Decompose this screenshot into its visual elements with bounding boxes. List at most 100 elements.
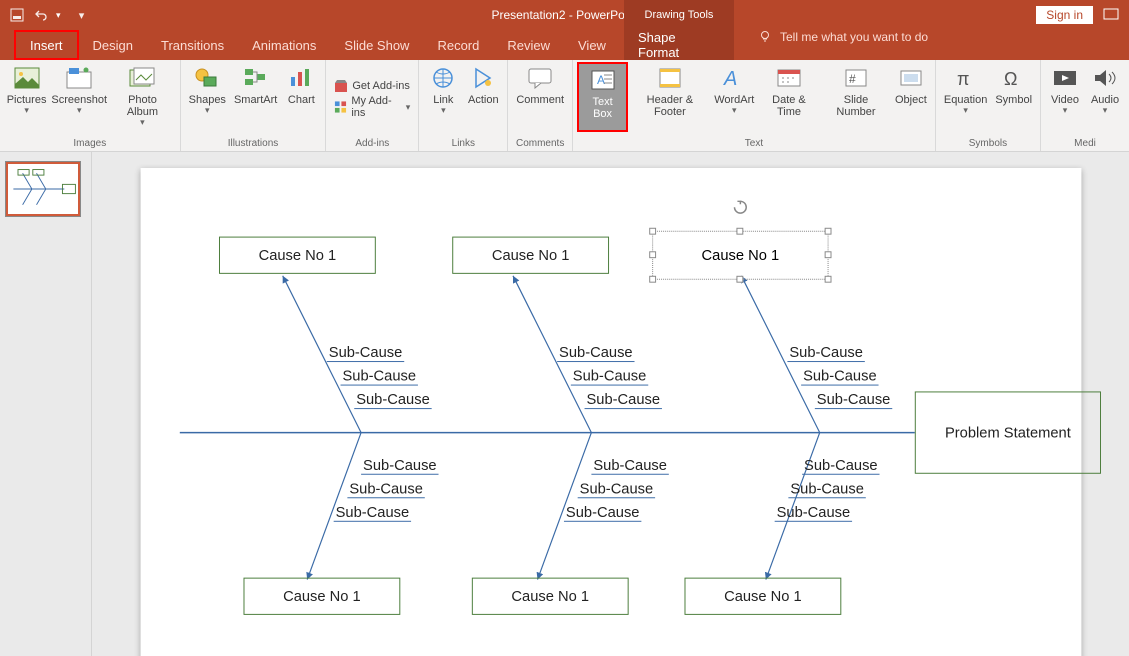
get-addins-button[interactable]: Get Add-ins xyxy=(334,79,410,93)
undo-icon[interactable] xyxy=(32,6,50,24)
tell-me-search[interactable]: Tell me what you want to do xyxy=(758,30,928,44)
subcause[interactable]: Sub-Cause xyxy=(814,391,891,409)
chart-button[interactable]: Chart xyxy=(281,62,321,132)
store-icon xyxy=(334,79,348,93)
subcause[interactable]: Sub-Cause xyxy=(570,368,647,386)
shapes-icon xyxy=(193,64,221,92)
audio-icon xyxy=(1091,64,1119,92)
subcause[interactable]: Sub-Cause xyxy=(591,457,668,475)
qat-more-icon[interactable]: ▾ xyxy=(56,10,61,21)
tab-slideshow[interactable]: Slide Show xyxy=(330,30,423,60)
group-text-label: Text xyxy=(577,138,931,151)
tab-transitions[interactable]: Transitions xyxy=(147,30,238,60)
group-comments-label: Comments xyxy=(512,138,568,151)
subcause[interactable]: Sub-Cause xyxy=(333,504,410,522)
subcause[interactable]: Sub-Cause xyxy=(584,391,661,409)
object-icon xyxy=(897,64,925,92)
subcause[interactable]: Sub-Cause xyxy=(557,344,634,362)
svg-text:Ω: Ω xyxy=(1004,69,1017,89)
video-icon xyxy=(1051,64,1079,92)
photo-album-icon xyxy=(128,64,156,92)
problem-statement-box[interactable]: Problem Statement xyxy=(914,391,1100,473)
slide-canvas[interactable]: Cause No 1 Cause No 1 Cause No 1 Sub-Cau… xyxy=(92,152,1129,656)
subcause[interactable]: Sub-Cause xyxy=(326,344,403,362)
autosave-icon[interactable] xyxy=(8,6,26,24)
subcause[interactable]: Sub-Cause xyxy=(354,391,431,409)
slide-thumbnail-panel[interactable] xyxy=(0,152,92,656)
ribbon-tabs: Insert Design Transitions Animations Sli… xyxy=(0,30,1129,60)
lightbulb-icon xyxy=(758,30,772,44)
qat-customize[interactable]: ▾ xyxy=(73,6,91,24)
shapes-button[interactable]: Shapes▾ xyxy=(185,62,230,132)
tab-animations[interactable]: Animations xyxy=(238,30,330,60)
cause-box-top-2[interactable]: Cause No 1 xyxy=(452,237,609,274)
chart-icon xyxy=(287,64,315,92)
group-media-label: Medi xyxy=(1045,138,1125,151)
workspace: Cause No 1 Cause No 1 Cause No 1 Sub-Cau… xyxy=(0,152,1129,656)
addins-icon xyxy=(334,100,347,114)
wordart-button[interactable]: AWordArt▾ xyxy=(712,62,757,132)
pictures-icon xyxy=(13,64,41,92)
text-box-button[interactable]: AText Box xyxy=(577,62,628,132)
subcause[interactable]: Sub-Cause xyxy=(563,504,640,522)
svg-text:π: π xyxy=(957,69,969,89)
smartart-button[interactable]: SmartArt xyxy=(230,62,281,132)
header-footer-icon xyxy=(656,64,684,92)
slide-thumbnail-1[interactable] xyxy=(6,162,80,216)
subcause[interactable]: Sub-Cause xyxy=(340,368,417,386)
cause-box-top-1[interactable]: Cause No 1 xyxy=(218,237,375,274)
action-icon xyxy=(469,64,497,92)
equation-icon: π xyxy=(952,64,980,92)
rotate-handle-icon[interactable] xyxy=(732,199,748,215)
contextual-tab-label: Drawing Tools xyxy=(624,0,734,30)
svg-text:A: A xyxy=(723,68,737,89)
pictures-button[interactable]: Pictures▾ xyxy=(4,62,49,132)
my-addins-button[interactable]: My Add-ins ▾ xyxy=(334,95,410,119)
subcause[interactable]: Sub-Cause xyxy=(361,457,438,475)
subcause[interactable]: Sub-Cause xyxy=(801,368,878,386)
svg-text:#: # xyxy=(849,72,856,86)
tab-shape-format[interactable]: Shape Format xyxy=(624,30,734,60)
tab-design[interactable]: Design xyxy=(79,30,147,60)
cause-box-bottom-2[interactable]: Cause No 1 xyxy=(471,578,628,615)
subcause[interactable]: Sub-Cause xyxy=(787,344,864,362)
header-footer-button[interactable]: Header & Footer xyxy=(628,62,711,132)
sign-in-button[interactable]: Sign in xyxy=(1036,6,1093,24)
svg-text:A: A xyxy=(597,73,605,87)
slide-number-icon: # xyxy=(842,64,870,92)
cause-box-bottom-3[interactable]: Cause No 1 xyxy=(684,578,841,615)
selected-text-box[interactable]: Cause No 1 xyxy=(652,231,828,280)
subcause[interactable]: Sub-Cause xyxy=(774,504,851,522)
link-icon xyxy=(429,64,457,92)
comment-icon xyxy=(526,64,554,92)
video-button[interactable]: Video▾ xyxy=(1045,62,1085,132)
tab-record[interactable]: Record xyxy=(423,30,493,60)
group-symbols-label: Symbols xyxy=(940,138,1036,151)
document-title: Presentation2 - PowerPoint xyxy=(491,8,637,22)
tab-insert[interactable]: Insert xyxy=(14,30,79,60)
equation-button[interactable]: πEquation▾ xyxy=(940,62,991,132)
title-bar: ▾ ▾ Presentation2 - PowerPoint Drawing T… xyxy=(0,0,1129,30)
cause-box-bottom-1[interactable]: Cause No 1 xyxy=(243,578,400,615)
screenshot-button[interactable]: Screenshot▾ xyxy=(49,62,109,132)
date-time-button[interactable]: Date & Time xyxy=(757,62,821,132)
screenshot-icon xyxy=(65,64,93,92)
comment-button[interactable]: Comment xyxy=(512,62,568,132)
photo-album-button[interactable]: Photo Album▾ xyxy=(109,62,175,132)
slide-number-button[interactable]: #Slide Number xyxy=(821,62,891,132)
subcause[interactable]: Sub-Cause xyxy=(347,481,424,499)
tab-review[interactable]: Review xyxy=(493,30,564,60)
ribbon: Pictures▾ Screenshot▾ Photo Album▾ Image… xyxy=(0,60,1129,152)
action-button[interactable]: Action xyxy=(463,62,503,132)
link-button[interactable]: Link▾ xyxy=(423,62,463,132)
subcause[interactable]: Sub-Cause xyxy=(802,457,879,475)
group-links-label: Links xyxy=(423,138,503,151)
audio-button[interactable]: Audio▾ xyxy=(1085,62,1125,132)
object-button[interactable]: Object xyxy=(891,62,931,132)
ribbon-display-options-icon[interactable] xyxy=(1103,8,1121,22)
subcause[interactable]: Sub-Cause xyxy=(577,481,654,499)
tab-view[interactable]: View xyxy=(564,30,620,60)
symbol-button[interactable]: ΩSymbol xyxy=(991,62,1036,132)
slide: Cause No 1 Cause No 1 Cause No 1 Sub-Cau… xyxy=(140,168,1081,656)
subcause[interactable]: Sub-Cause xyxy=(788,481,865,499)
